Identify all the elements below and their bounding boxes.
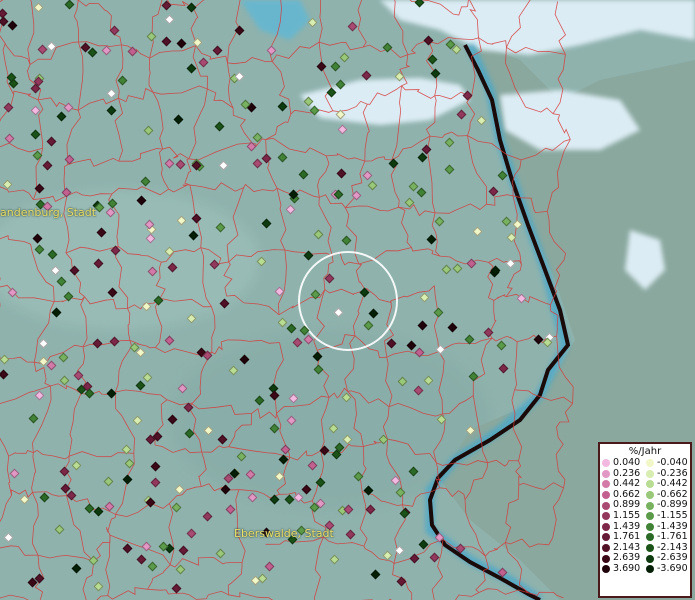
legend-swatch [602,501,610,510]
place-label-brandenburg: andenburg, Stadt [0,206,97,219]
legend-value: -1.155 [657,509,688,521]
legend-swatch [602,533,610,542]
legend-swatch [602,459,610,468]
legend-value: 1.155 [613,509,641,521]
legend-item-negative: -0.040 [646,457,688,469]
legend-swatch [646,522,654,531]
map-view[interactable]: andenburg, Stadt Eberswalde, Stadt %/Jah… [0,0,695,600]
legend: %/Jahr 0.040 -0.040 0.236 -0.236 0.442 -0.442… [598,442,692,598]
legend-item-negative: -3.690 [646,562,688,575]
legend-swatch [602,544,610,553]
legend-value: -0.040 [657,457,688,468]
legend-item-positive: 1.155 [602,509,644,522]
legend-swatch [602,554,610,563]
legend-item-negative: -1.155 [646,509,688,522]
legend-swatch [646,565,654,574]
legend-grid: 0.040 -0.040 0.236 -0.236 0.442 -0.442 0.662 -0… [600,457,690,575]
legend-swatch [646,501,654,510]
legend-swatch [646,480,654,489]
legend-swatch [602,469,610,478]
legend-swatch [602,522,610,531]
legend-swatch [646,533,654,542]
legend-swatch [602,512,610,521]
legend-swatch [646,554,654,563]
legend-swatch [602,565,610,574]
place-label-eberswalde: Eberswalde, Stadt [234,527,334,540]
legend-swatch [646,491,654,500]
legend-swatch [646,544,654,553]
legend-swatch [646,512,654,521]
legend-swatch [646,469,654,478]
legend-value: 0.040 [613,457,641,468]
legend-item-positive: 3.690 [602,562,644,575]
legend-value: -3.690 [657,562,688,574]
legend-value: 3.690 [613,562,641,574]
legend-swatch [646,459,654,468]
legend-item-positive: 0.040 [602,457,644,469]
legend-swatch [602,480,610,489]
legend-swatch [602,491,610,500]
